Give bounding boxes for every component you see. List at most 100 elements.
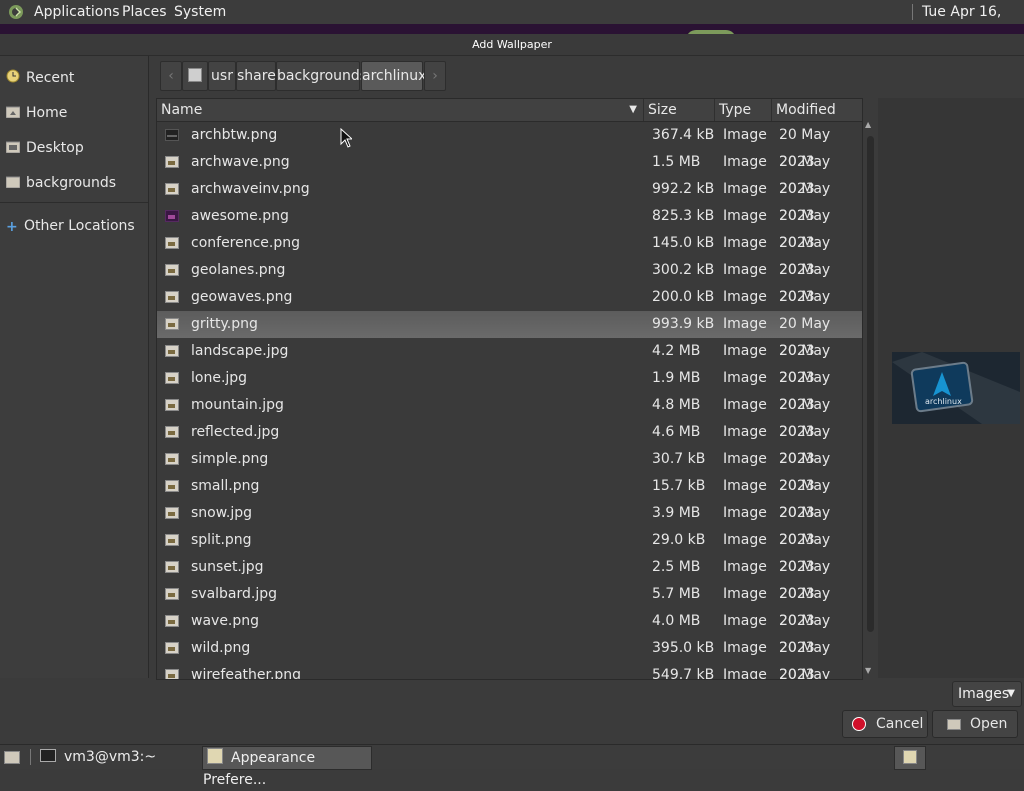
file-modified: 20 May 2023: [779, 370, 831, 413]
file-row[interactable]: wave.png 4.0 MB Image 20 May 2023: [157, 608, 862, 656]
path-crumb-share[interactable]: share: [236, 61, 276, 91]
file-size: 5.7 MB: [652, 586, 701, 602]
sidebar-item-backgrounds[interactable]: backgrounds: [5, 172, 116, 194]
file-row[interactable]: gritty.png 993.9 kB Image 20 May 2023: [157, 311, 862, 359]
file-name: archwaveinv.png: [191, 181, 310, 197]
menu-applications[interactable]: Applications: [34, 0, 120, 24]
taskbar-separator: [30, 749, 31, 765]
image-file-icon: [165, 318, 179, 330]
file-row[interactable]: geolanes.png 300.2 kB Image 20 May 2023: [157, 257, 862, 305]
file-row[interactable]: sunset.jpg 2.5 MB Image 20 May 2023: [157, 554, 862, 602]
task-appearance-preferences[interactable]: Appearance Prefere...: [202, 746, 372, 788]
file-row[interactable]: geowaves.png 200.0 kB Image 20 May 2023: [157, 284, 862, 332]
file-type: Image: [723, 586, 767, 602]
file-row[interactable]: split.png 29.0 kB Image 20 May 2023: [157, 527, 862, 575]
file-size: 993.9 kB: [652, 316, 715, 332]
file-row[interactable]: wild.png 395.0 kB Image 20 May 2023: [157, 635, 862, 679]
chevron-down-icon: ▼: [1007, 688, 1015, 699]
file-name: gritty.png: [191, 316, 258, 332]
sidebar-item-recent[interactable]: Recent: [6, 67, 74, 89]
file-row[interactable]: simple.png 30.7 kB Image 20 May 2023: [157, 446, 862, 494]
file-row[interactable]: archwaveinv.png 992.2 kB Image 20 May 2023: [157, 176, 862, 224]
file-name: geowaves.png: [191, 289, 293, 305]
sidebar-item-desktop[interactable]: Desktop: [5, 137, 84, 159]
file-list[interactable]: Name ▼ Size Type Modified archbtw.png 367…: [156, 98, 863, 680]
distro-logo-icon[interactable]: [8, 4, 24, 20]
file-size: 4.2 MB: [652, 343, 701, 359]
column-header-name[interactable]: Name ▼: [157, 99, 644, 121]
path-crumb-archlinux[interactable]: archlinux: [361, 61, 426, 91]
file-type: Image: [723, 316, 767, 332]
file-type: Image: [723, 154, 767, 170]
file-row[interactable]: wirefeather.png 549.7 kB Image 20 May 2023: [157, 662, 862, 680]
file-name: geolanes.png: [191, 262, 286, 278]
file-type: Image: [723, 181, 767, 197]
path-crumb-usr[interactable]: usr: [208, 61, 236, 91]
menu-system[interactable]: System: [174, 0, 226, 24]
panel-separator: [912, 4, 913, 20]
desktop-background: [0, 24, 1024, 34]
file-type: Image: [723, 208, 767, 224]
top-panel: Applications Places System Tue Apr 16, 1…: [0, 0, 1024, 44]
file-row[interactable]: archbtw.png 367.4 kB Image 20 May 2023: [157, 122, 862, 170]
file-size: 200.0 kB: [652, 289, 715, 305]
sidebar-separator: [0, 202, 148, 203]
file-modified: 20 May 2023: [779, 154, 831, 197]
show-desktop-icon[interactable]: [4, 746, 20, 768]
workspace-icon: [903, 750, 917, 764]
scroll-up-icon[interactable]: ▲: [865, 120, 871, 129]
column-header-type[interactable]: Type: [715, 99, 772, 121]
file-modified: 20 May 2023: [779, 316, 831, 359]
file-row[interactable]: snow.jpg 3.9 MB Image 20 May 2023: [157, 500, 862, 548]
sidebar-item-other-locations[interactable]: + Other Locations: [6, 215, 135, 237]
file-modified: 20 May 2023: [779, 667, 831, 680]
path-root-button[interactable]: [182, 61, 208, 91]
file-type-filter[interactable]: Images ▼: [952, 681, 1022, 707]
path-scroll-right-button[interactable]: ›: [424, 61, 446, 91]
desktop-folder-icon: [5, 138, 21, 154]
column-header-modified[interactable]: Modified: [772, 99, 862, 121]
column-header-size[interactable]: Size: [644, 99, 715, 121]
task-terminal[interactable]: vm3@vm3:~: [36, 746, 198, 768]
file-row[interactable]: conference.png 145.0 kB Image 20 May 2023: [157, 230, 862, 278]
file-size: 395.0 kB: [652, 640, 715, 656]
image-file-icon: [165, 669, 179, 679]
open-button[interactable]: Open: [932, 710, 1018, 738]
scrollbar-thumb[interactable]: [867, 136, 874, 632]
file-type: Image: [723, 397, 767, 413]
sidebar-item-home[interactable]: Home: [5, 102, 67, 124]
file-modified: 20 May 2023: [779, 181, 831, 224]
file-row[interactable]: lone.jpg 1.9 MB Image 20 May 2023: [157, 365, 862, 413]
path-scroll-left-button[interactable]: ‹: [160, 61, 182, 91]
file-modified: 20 May 2023: [779, 478, 831, 521]
file-modified: 20 May 2023: [779, 127, 831, 170]
file-row[interactable]: small.png 15.7 kB Image 20 May 2023: [157, 473, 862, 521]
file-row[interactable]: svalbard.jpg 5.7 MB Image 20 May 2023: [157, 581, 862, 629]
scroll-down-icon[interactable]: ▼: [865, 666, 871, 675]
file-type: Image: [723, 532, 767, 548]
file-size: 3.9 MB: [652, 505, 701, 521]
image-file-icon: [165, 534, 179, 546]
file-row[interactable]: landscape.jpg 4.2 MB Image 20 May 2023: [157, 338, 862, 386]
file-name: conference.png: [191, 235, 301, 251]
file-row[interactable]: archwave.png 1.5 MB Image 20 May 2023: [157, 149, 862, 197]
file-type: Image: [723, 370, 767, 386]
clock[interactable]: Tue Apr 16, 11:13: [922, 0, 1024, 44]
file-row[interactable]: reflected.jpg 4.6 MB Image 20 May 2023: [157, 419, 862, 467]
file-type: Image: [723, 559, 767, 575]
file-row[interactable]: awesome.png 825.3 kB Image 20 May 2023: [157, 203, 862, 251]
file-type: Image: [723, 127, 767, 143]
clock-icon: [6, 68, 20, 83]
file-type: Image: [723, 451, 767, 467]
menu-places[interactable]: Places: [122, 0, 167, 24]
file-size: 825.3 kB: [652, 208, 715, 224]
file-modified: 20 May 2023: [779, 505, 831, 548]
file-modified: 20 May 2023: [779, 559, 831, 602]
file-row[interactable]: mountain.jpg 4.8 MB Image 20 May 2023: [157, 392, 862, 440]
image-file-icon: [165, 426, 179, 438]
workspace-switcher[interactable]: [894, 746, 926, 770]
cancel-button[interactable]: Cancel: [842, 710, 928, 738]
places-sidebar: Recent Home Desktop backgrounds + Other L…: [0, 56, 149, 678]
file-modified: 20 May 2023: [779, 586, 831, 629]
path-crumb-backgrounds[interactable]: backgrounds: [276, 61, 367, 91]
